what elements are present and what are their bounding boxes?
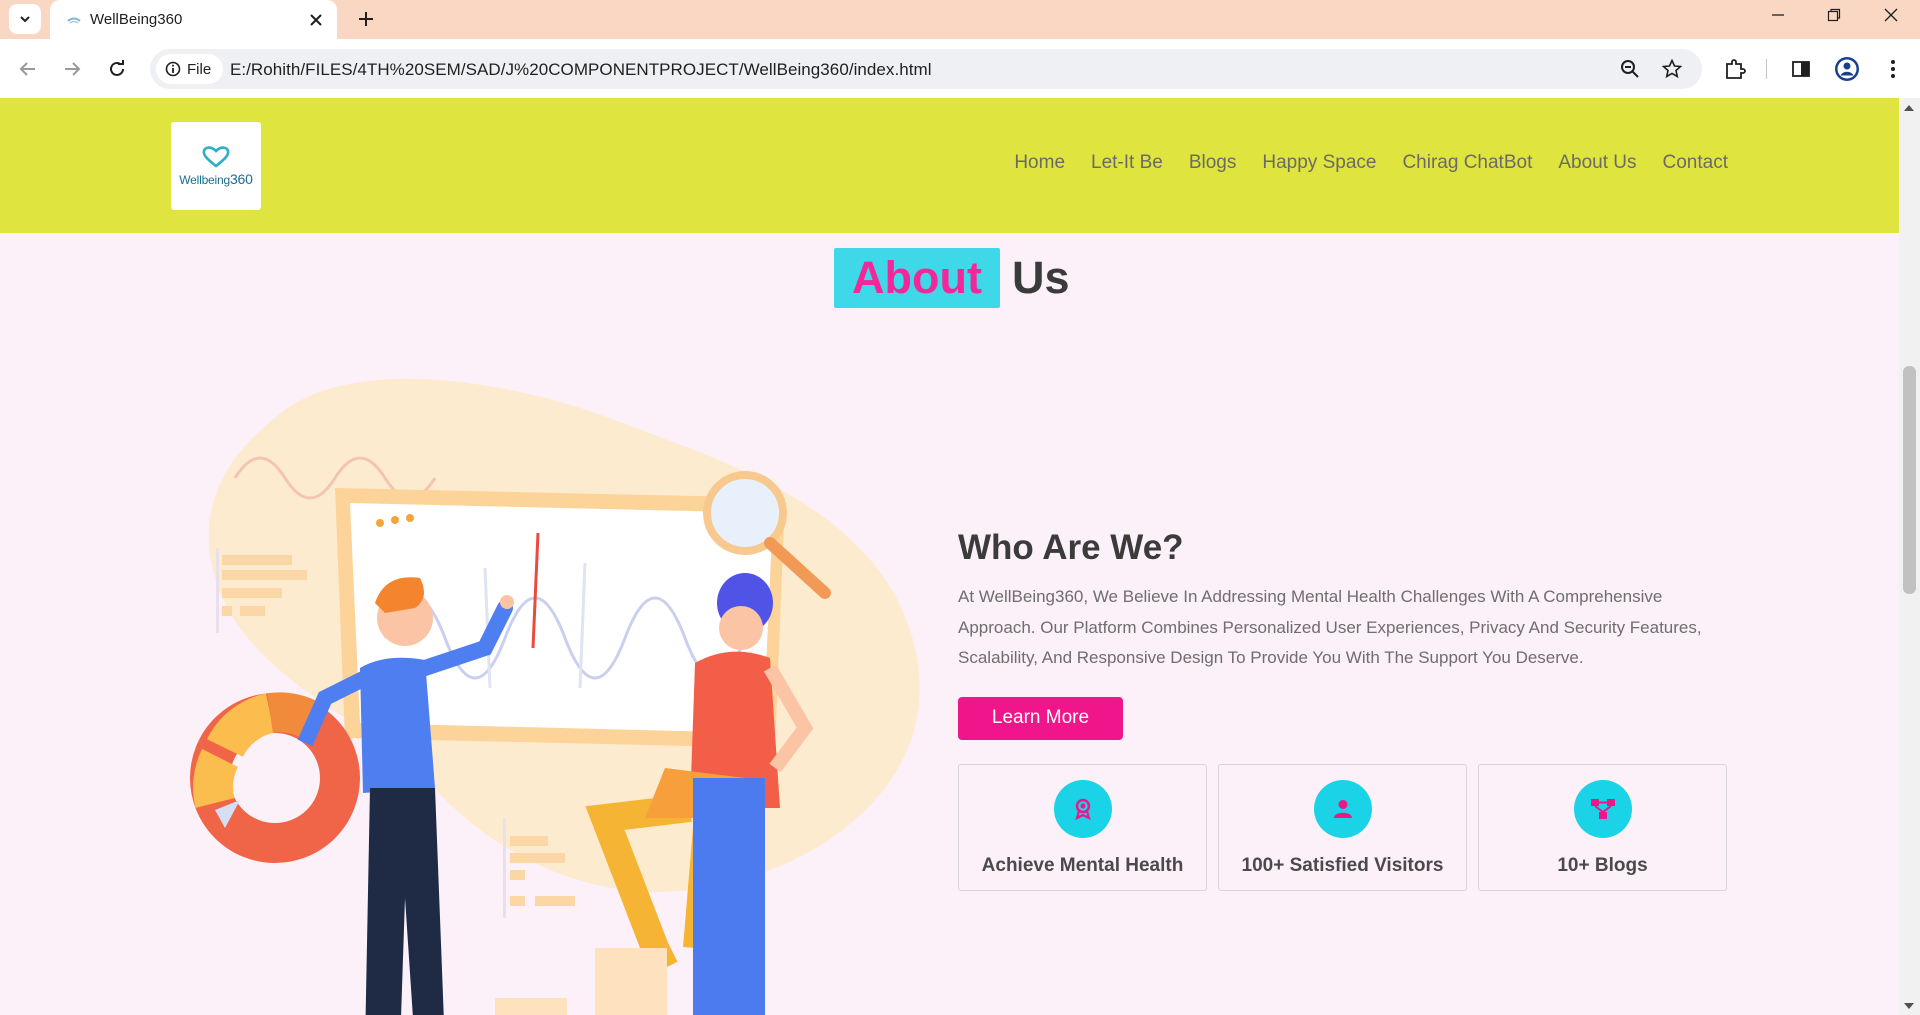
site-header: Wellbeing360 Home Let-It Be Blogs Happy … [0, 98, 1899, 233]
plus-icon [359, 12, 373, 26]
donut-chart [190, 692, 360, 863]
scroll-up-arrow[interactable] [1904, 105, 1914, 111]
close-icon [1884, 8, 1898, 22]
who-description: At WellBeing360, We Believe In Addressin… [958, 587, 1702, 667]
bookmark-button[interactable] [1660, 57, 1684, 81]
side-panel-button[interactable] [1786, 54, 1816, 84]
site-info-chip[interactable]: File [156, 54, 223, 84]
nav-let-it-be[interactable]: Let-It Be [1091, 152, 1163, 174]
tab-search-button[interactable] [9, 4, 41, 34]
zoom-icon [1621, 60, 1639, 78]
page-viewport: Wellbeing360 Home Let-It Be Blogs Happy … [0, 98, 1899, 1015]
minimize-button[interactable] [1749, 0, 1807, 30]
favicon-icon [67, 17, 81, 24]
stat-card-blogs: 10+ Blogs [1478, 763, 1727, 891]
nav-contact[interactable]: Contact [1663, 152, 1728, 174]
browser-menu-button[interactable] [1878, 54, 1908, 84]
nav-chatbot[interactable]: Chirag ChatBot [1402, 152, 1532, 174]
nav-about-us[interactable]: About Us [1558, 152, 1636, 174]
side-panel-icon [1792, 61, 1810, 77]
more-vertical-icon [1891, 60, 1895, 78]
heading-rest: Us [1011, 252, 1070, 303]
who-title: Who Are We? [958, 528, 1184, 567]
stat-label: 100+ Satisfied Visitors [1241, 854, 1444, 876]
user-icon [1313, 779, 1372, 838]
browser-tab[interactable]: WellBeing360 [50, 0, 337, 39]
url-text[interactable]: E:/Rohith/FILES/4TH%20SEM/SAD/J%20COMPON… [230, 60, 932, 80]
heading-highlight: About [834, 248, 1000, 308]
close-icon [310, 14, 322, 26]
heart-logo-icon [202, 146, 230, 168]
back-button[interactable] [11, 52, 45, 86]
profile-button[interactable] [1832, 54, 1862, 84]
extensions-button[interactable] [1720, 54, 1750, 84]
scrollbar-thumb[interactable] [1903, 366, 1916, 594]
tab-close-button[interactable] [305, 9, 327, 31]
nav-blogs[interactable]: Blogs [1189, 152, 1237, 174]
who-are-we-section: Who Are We? At WellBeing360, We Believe … [958, 528, 1728, 891]
site-logo[interactable]: Wellbeing360 [171, 122, 261, 210]
about-illustration [190, 378, 920, 1015]
browser-toolbar: File E:/Rohith/FILES/4TH%20SEM/SAD/J%20C… [0, 39, 1920, 98]
bottom-bars [495, 948, 667, 1015]
new-tab-button[interactable] [352, 5, 380, 33]
avatar-icon [1835, 57, 1859, 81]
close-window-button[interactable] [1862, 0, 1920, 30]
restore-button[interactable] [1805, 0, 1863, 30]
toolbar-divider [1766, 59, 1767, 79]
reload-icon [110, 60, 124, 76]
zoom-button[interactable] [1618, 57, 1642, 81]
logo-text: Wellbeing360 [179, 171, 253, 187]
award-icon [1053, 779, 1112, 838]
learn-more-button[interactable]: Learn More [958, 696, 1123, 740]
browser-tab-strip: WellBeing360 [0, 0, 1920, 39]
star-icon [1662, 59, 1682, 79]
stat-card-mental-health: Achieve Mental Health [958, 763, 1207, 891]
chevron-down-icon [20, 16, 30, 23]
stat-label: Achieve Mental Health [981, 854, 1184, 876]
site-chip-label: File [187, 60, 212, 78]
stat-card-visitors: 100+ Satisfied Visitors [1218, 763, 1467, 891]
nav-home[interactable]: Home [1014, 152, 1065, 174]
arrow-left-icon [19, 62, 35, 76]
scroll-down-arrow[interactable] [1904, 1003, 1914, 1009]
section-heading: About Us [834, 248, 1069, 308]
minimize-icon [1772, 14, 1784, 16]
network-icon [1573, 779, 1632, 838]
stats-row: Achieve Mental Health 100+ Satisfied Vis… [958, 763, 1728, 891]
nav-happy-space[interactable]: Happy Space [1262, 152, 1376, 174]
info-icon [165, 61, 181, 77]
puzzle-icon [1726, 59, 1746, 79]
address-bar[interactable]: File E:/Rohith/FILES/4TH%20SEM/SAD/J%20C… [150, 49, 1702, 89]
page-scrollbar[interactable] [1899, 98, 1920, 1015]
restore-icon [1827, 8, 1841, 22]
forward-button[interactable] [55, 52, 89, 86]
reload-button[interactable] [100, 52, 134, 86]
stat-label: 10+ Blogs [1557, 854, 1648, 876]
arrow-right-icon [65, 62, 81, 76]
site-nav: Home Let-It Be Blogs Happy Space Chirag … [988, 152, 1728, 174]
tab-title: WellBeing360 [90, 11, 183, 28]
